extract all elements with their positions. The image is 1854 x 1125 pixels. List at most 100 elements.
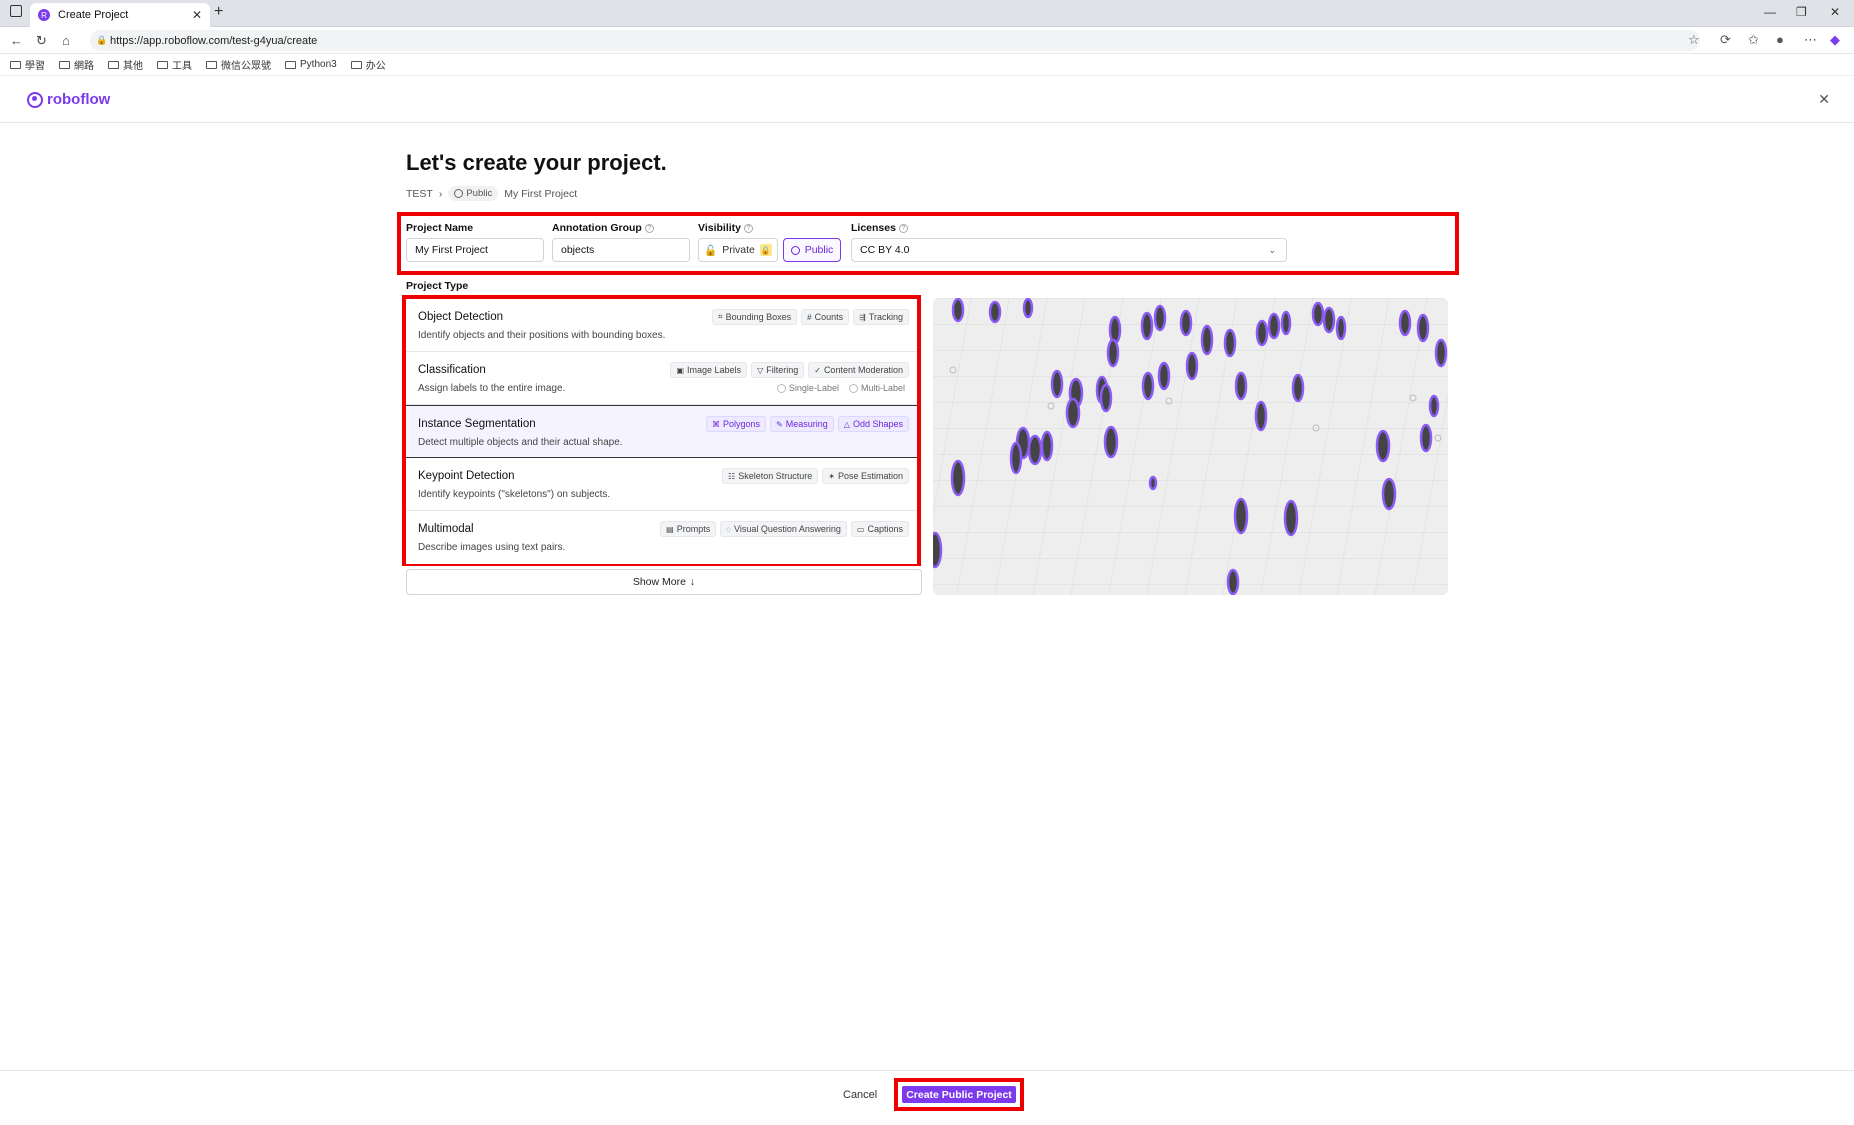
close-window-icon[interactable]: ✕ [1830,5,1840,19]
segmentation-example-illustration [933,298,1448,595]
help-icon[interactable]: ? [644,223,654,233]
profile-icon[interactable]: ● [1776,32,1784,47]
help-icon[interactable]: ? [744,223,753,233]
polygon-icon: ⌘ [712,419,721,429]
feature-chip: ☷ Skeleton Structure [722,468,819,484]
project-type-object-detection[interactable]: Object Detection Identify objects and th… [406,299,917,352]
new-tab-icon[interactable]: + [214,3,223,21]
lock-icon: 🔓 [704,244,718,257]
pose-icon: ✶ [828,471,835,481]
url-text: https://app.roboflow.com/test-g4yua/crea… [110,34,318,47]
folder-icon [350,60,362,69]
project-type-keypoint-detection[interactable]: Keypoint Detection Identify keypoints ("… [406,458,917,511]
project-type-label: Project Type [406,280,469,292]
feature-chip: ▣ Image Labels [670,362,748,378]
radio-icon [776,383,786,393]
bookmark-folder[interactable]: 工具 [157,57,192,72]
minimize-icon[interactable]: — [1764,5,1776,19]
bookmark-folder[interactable]: 網路 [59,57,94,72]
restore-icon[interactable]: ❐ [1796,5,1807,19]
feature-chip: # Counts [801,309,850,325]
page-title: Let's create your project. [406,150,667,175]
radio-icon [848,383,858,393]
help-icon[interactable]: ? [898,223,908,233]
globe-icon [454,189,464,198]
feature-chip: ⌗ Bounding Boxes [712,309,798,325]
extensions-icon[interactable]: ⟳ [1720,32,1731,48]
ruler-icon: ✎ [776,419,783,429]
license-select[interactable]: CC BY 4.0 ⌄ [851,238,1287,262]
url-input[interactable]: 🔒 https://app.roboflow.com/test-g4yua/cr… [90,30,1700,51]
favorites-icon[interactable]: ✩ [1748,32,1759,48]
address-bar-row: ← ↻ ⌂ 🔒 https://app.roboflow.com/test-g4… [0,27,1854,54]
feature-chip: ▤ Prompts [660,521,717,537]
copilot-icon[interactable]: ◆ [1830,32,1840,48]
tab-actions-icon[interactable] [10,5,22,17]
prompt-icon: ▤ [666,524,674,534]
reload-icon[interactable]: ↻ [36,33,47,49]
roboflow-logo[interactable]: roboflow [27,91,110,108]
roboflow-logo-icon [27,91,43,108]
project-name-input[interactable]: My First Project [406,238,544,262]
breadcrumb-workspace[interactable]: TEST [406,188,433,200]
bounding-box-icon: ⌗ [718,312,723,321]
annotation-group-input[interactable]: objects [552,238,690,262]
more-menu-icon[interactable]: ⋯ [1804,32,1817,48]
feature-chip: ⇶ Tracking [853,309,909,325]
visibility-public-button[interactable]: Public [783,238,841,262]
image-icon: ▣ [676,365,685,375]
arrow-down-icon: ↓ [689,576,696,588]
project-name-label: Project Name [406,222,474,234]
folder-icon [10,60,21,69]
bookmark-folder[interactable]: 其他 [108,57,143,72]
annotation-group-label: Annotation Group? [552,222,654,234]
folder-icon [206,60,217,69]
browser-tab-bar: R Create Project ✕ + — ❐ ✕ [0,0,1854,27]
project-type-instance-segmentation[interactable]: Instance Segmentation Detect multiple ob… [406,405,917,458]
feature-chip: ▭ Captions [850,521,909,537]
browser-tab[interactable]: R Create Project ✕ [30,3,210,27]
create-project-button[interactable]: Create Public Project [902,1086,1016,1103]
close-tab-icon[interactable]: ✕ [192,8,202,22]
licenses-label: Licenses? [851,222,908,234]
tab-title: Create Project [58,9,129,21]
create-project-form: Let's create your project. TEST › Public… [397,150,1459,595]
caption-icon: ▭ [856,524,865,534]
form-footer: Cancel Create Public Project [0,1070,1854,1125]
cancel-button[interactable]: Cancel [843,1089,877,1101]
project-type-preview-image [933,298,1448,595]
bookmark-folder[interactable]: 微信公眾號 [206,57,271,72]
skeleton-icon: ☷ [728,471,736,481]
chevron-down-icon: ⌄ [1268,245,1276,255]
folder-icon [157,60,168,69]
feature-chip: ✎ Measuring [770,416,834,432]
hash-icon: # [807,312,812,322]
single-label-radio[interactable]: Single-Label [776,383,839,393]
favorite-star-icon[interactable]: ☆ [1688,32,1700,48]
bookmark-folder[interactable]: Python3 [285,59,337,70]
folder-icon [285,60,296,69]
site-info-icon[interactable]: 🔒 [96,35,107,46]
globe-icon [790,245,800,255]
feature-chip: ✓ Content Moderation [808,362,909,378]
back-icon[interactable]: ← [10,33,23,48]
home-icon[interactable]: ⌂ [62,33,70,48]
roboflow-favicon-icon: R [38,9,50,21]
multi-label-radio[interactable]: Multi-Label [848,383,905,393]
feature-chip: ◌ Visual Question Answering [720,521,847,537]
breadcrumb: TEST › Public My First Project [406,186,1456,201]
project-type-classification[interactable]: Classification Assign labels to the enti… [406,352,917,405]
breadcrumb-project: My First Project [504,187,578,200]
show-more-button[interactable]: Show More ↓ [406,569,922,595]
folder-icon [108,60,119,69]
breadcrumb-separator-icon: › [438,187,443,200]
bookmarks-bar: 學習 網路 其他 工具 微信公眾號 Python3 办公 [0,54,1854,76]
project-type-multimodal[interactable]: Multimodal Describe images using text pa… [406,511,917,564]
create-button-highlight: Create Public Project [894,1078,1024,1111]
visibility-private-button[interactable]: 🔓 Private 🔒 [698,238,778,262]
bookmark-folder[interactable]: 办公 [350,57,386,72]
app-header: roboflow ✕ [0,77,1854,123]
close-icon[interactable]: ✕ [1818,91,1830,108]
bookmark-folder[interactable]: 學習 [10,57,45,72]
folder-icon [59,60,70,69]
